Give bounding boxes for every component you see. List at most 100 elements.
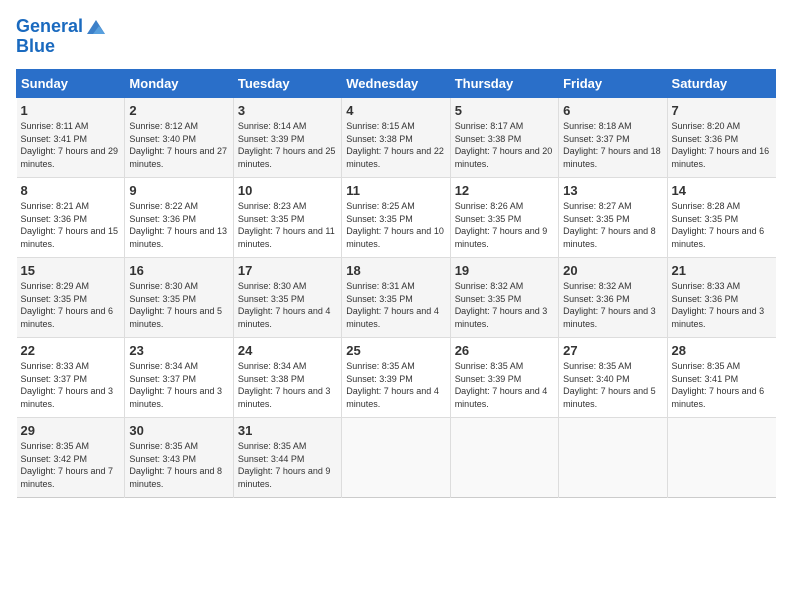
calendar-cell	[342, 418, 450, 498]
day-info: Sunrise: 8:22 AM Sunset: 3:36 PM Dayligh…	[129, 200, 228, 250]
day-info: Sunrise: 8:35 AM Sunset: 3:43 PM Dayligh…	[129, 440, 228, 490]
day-info: Sunrise: 8:32 AM Sunset: 3:35 PM Dayligh…	[455, 280, 554, 330]
calendar-cell: 2 Sunrise: 8:12 AM Sunset: 3:40 PM Dayli…	[125, 98, 233, 178]
calendar-cell: 29 Sunrise: 8:35 AM Sunset: 3:42 PM Dayl…	[17, 418, 125, 498]
day-info: Sunrise: 8:30 AM Sunset: 3:35 PM Dayligh…	[129, 280, 228, 330]
day-info: Sunrise: 8:35 AM Sunset: 3:41 PM Dayligh…	[672, 360, 772, 410]
day-number: 11	[346, 183, 445, 198]
calendar-week-2: 8 Sunrise: 8:21 AM Sunset: 3:36 PM Dayli…	[17, 178, 776, 258]
calendar-cell: 26 Sunrise: 8:35 AM Sunset: 3:39 PM Dayl…	[450, 338, 558, 418]
logo: General Blue	[16, 16, 107, 57]
day-info: Sunrise: 8:35 AM Sunset: 3:39 PM Dayligh…	[346, 360, 445, 410]
day-number: 22	[21, 343, 121, 358]
day-info: Sunrise: 8:25 AM Sunset: 3:35 PM Dayligh…	[346, 200, 445, 250]
calendar-cell: 23 Sunrise: 8:34 AM Sunset: 3:37 PM Dayl…	[125, 338, 233, 418]
calendar-header-row: SundayMondayTuesdayWednesdayThursdayFrid…	[17, 70, 776, 98]
day-info: Sunrise: 8:31 AM Sunset: 3:35 PM Dayligh…	[346, 280, 445, 330]
day-number: 19	[455, 263, 554, 278]
calendar-cell: 31 Sunrise: 8:35 AM Sunset: 3:44 PM Dayl…	[233, 418, 341, 498]
day-number: 16	[129, 263, 228, 278]
day-info: Sunrise: 8:30 AM Sunset: 3:35 PM Dayligh…	[238, 280, 337, 330]
day-number: 20	[563, 263, 662, 278]
day-number: 9	[129, 183, 228, 198]
day-info: Sunrise: 8:17 AM Sunset: 3:38 PM Dayligh…	[455, 120, 554, 170]
calendar-cell: 21 Sunrise: 8:33 AM Sunset: 3:36 PM Dayl…	[667, 258, 775, 338]
page-header: General Blue	[16, 16, 776, 57]
calendar-week-3: 15 Sunrise: 8:29 AM Sunset: 3:35 PM Dayl…	[17, 258, 776, 338]
calendar-cell: 6 Sunrise: 8:18 AM Sunset: 3:37 PM Dayli…	[559, 98, 667, 178]
day-info: Sunrise: 8:35 AM Sunset: 3:39 PM Dayligh…	[455, 360, 554, 410]
logo-blue: Blue	[16, 36, 107, 57]
day-number: 21	[672, 263, 772, 278]
col-header-wednesday: Wednesday	[342, 70, 450, 98]
day-info: Sunrise: 8:15 AM Sunset: 3:38 PM Dayligh…	[346, 120, 445, 170]
day-number: 23	[129, 343, 228, 358]
day-number: 14	[672, 183, 772, 198]
day-info: Sunrise: 8:35 AM Sunset: 3:42 PM Dayligh…	[21, 440, 121, 490]
calendar-cell: 1 Sunrise: 8:11 AM Sunset: 3:41 PM Dayli…	[17, 98, 125, 178]
calendar-cell: 20 Sunrise: 8:32 AM Sunset: 3:36 PM Dayl…	[559, 258, 667, 338]
day-number: 7	[672, 103, 772, 118]
day-info: Sunrise: 8:21 AM Sunset: 3:36 PM Dayligh…	[21, 200, 121, 250]
day-number: 29	[21, 423, 121, 438]
day-info: Sunrise: 8:23 AM Sunset: 3:35 PM Dayligh…	[238, 200, 337, 250]
calendar-cell: 17 Sunrise: 8:30 AM Sunset: 3:35 PM Dayl…	[233, 258, 341, 338]
day-number: 30	[129, 423, 228, 438]
calendar-cell: 27 Sunrise: 8:35 AM Sunset: 3:40 PM Dayl…	[559, 338, 667, 418]
col-header-tuesday: Tuesday	[233, 70, 341, 98]
day-info: Sunrise: 8:35 AM Sunset: 3:44 PM Dayligh…	[238, 440, 337, 490]
day-number: 15	[21, 263, 121, 278]
day-number: 5	[455, 103, 554, 118]
calendar-cell: 15 Sunrise: 8:29 AM Sunset: 3:35 PM Dayl…	[17, 258, 125, 338]
day-info: Sunrise: 8:33 AM Sunset: 3:37 PM Dayligh…	[21, 360, 121, 410]
day-info: Sunrise: 8:26 AM Sunset: 3:35 PM Dayligh…	[455, 200, 554, 250]
col-header-friday: Friday	[559, 70, 667, 98]
calendar-cell: 14 Sunrise: 8:28 AM Sunset: 3:35 PM Dayl…	[667, 178, 775, 258]
calendar-cell: 28 Sunrise: 8:35 AM Sunset: 3:41 PM Dayl…	[667, 338, 775, 418]
day-info: Sunrise: 8:34 AM Sunset: 3:38 PM Dayligh…	[238, 360, 337, 410]
col-header-saturday: Saturday	[667, 70, 775, 98]
day-number: 24	[238, 343, 337, 358]
day-info: Sunrise: 8:14 AM Sunset: 3:39 PM Dayligh…	[238, 120, 337, 170]
calendar-cell: 9 Sunrise: 8:22 AM Sunset: 3:36 PM Dayli…	[125, 178, 233, 258]
calendar-cell	[559, 418, 667, 498]
calendar-cell: 4 Sunrise: 8:15 AM Sunset: 3:38 PM Dayli…	[342, 98, 450, 178]
day-info: Sunrise: 8:29 AM Sunset: 3:35 PM Dayligh…	[21, 280, 121, 330]
day-info: Sunrise: 8:28 AM Sunset: 3:35 PM Dayligh…	[672, 200, 772, 250]
day-number: 27	[563, 343, 662, 358]
logo-icon	[85, 16, 107, 38]
calendar-cell: 25 Sunrise: 8:35 AM Sunset: 3:39 PM Dayl…	[342, 338, 450, 418]
calendar-cell: 12 Sunrise: 8:26 AM Sunset: 3:35 PM Dayl…	[450, 178, 558, 258]
day-info: Sunrise: 8:35 AM Sunset: 3:40 PM Dayligh…	[563, 360, 662, 410]
day-info: Sunrise: 8:12 AM Sunset: 3:40 PM Dayligh…	[129, 120, 228, 170]
logo-text: General	[16, 17, 83, 37]
day-number: 26	[455, 343, 554, 358]
col-header-monday: Monday	[125, 70, 233, 98]
day-info: Sunrise: 8:34 AM Sunset: 3:37 PM Dayligh…	[129, 360, 228, 410]
calendar-cell: 10 Sunrise: 8:23 AM Sunset: 3:35 PM Dayl…	[233, 178, 341, 258]
page-container: General Blue SundayMondayTuesdayWednesda…	[0, 0, 792, 506]
day-info: Sunrise: 8:18 AM Sunset: 3:37 PM Dayligh…	[563, 120, 662, 170]
day-number: 28	[672, 343, 772, 358]
day-number: 12	[455, 183, 554, 198]
calendar-cell: 18 Sunrise: 8:31 AM Sunset: 3:35 PM Dayl…	[342, 258, 450, 338]
day-number: 13	[563, 183, 662, 198]
col-header-thursday: Thursday	[450, 70, 558, 98]
day-info: Sunrise: 8:32 AM Sunset: 3:36 PM Dayligh…	[563, 280, 662, 330]
day-number: 31	[238, 423, 337, 438]
calendar-cell: 13 Sunrise: 8:27 AM Sunset: 3:35 PM Dayl…	[559, 178, 667, 258]
calendar-cell: 3 Sunrise: 8:14 AM Sunset: 3:39 PM Dayli…	[233, 98, 341, 178]
day-number: 1	[21, 103, 121, 118]
day-number: 8	[21, 183, 121, 198]
calendar-week-5: 29 Sunrise: 8:35 AM Sunset: 3:42 PM Dayl…	[17, 418, 776, 498]
day-info: Sunrise: 8:33 AM Sunset: 3:36 PM Dayligh…	[672, 280, 772, 330]
calendar-cell: 19 Sunrise: 8:32 AM Sunset: 3:35 PM Dayl…	[450, 258, 558, 338]
day-info: Sunrise: 8:11 AM Sunset: 3:41 PM Dayligh…	[21, 120, 121, 170]
calendar-cell: 22 Sunrise: 8:33 AM Sunset: 3:37 PM Dayl…	[17, 338, 125, 418]
calendar-cell: 11 Sunrise: 8:25 AM Sunset: 3:35 PM Dayl…	[342, 178, 450, 258]
day-number: 17	[238, 263, 337, 278]
col-header-sunday: Sunday	[17, 70, 125, 98]
calendar-cell: 24 Sunrise: 8:34 AM Sunset: 3:38 PM Dayl…	[233, 338, 341, 418]
day-number: 25	[346, 343, 445, 358]
day-number: 10	[238, 183, 337, 198]
